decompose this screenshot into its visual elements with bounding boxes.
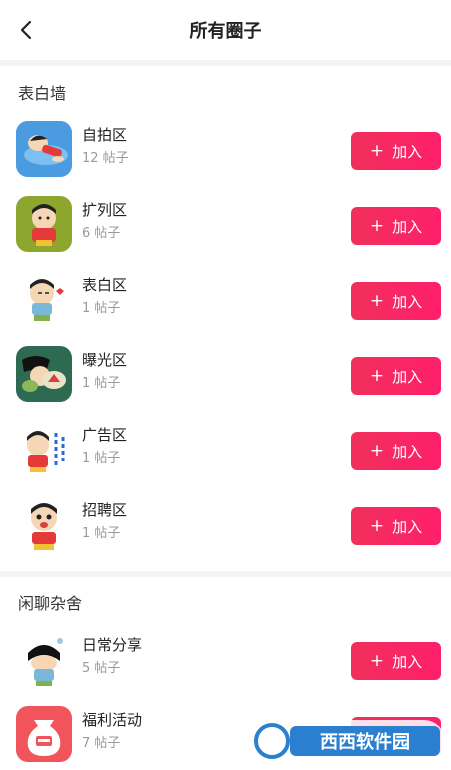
post-count: 1 帖子 (82, 376, 121, 391)
circle-name: 自拍区 (82, 126, 128, 144)
plus-icon: + (369, 216, 385, 236)
section-title: 闲聊杂舍 (18, 594, 83, 613)
section-divider (0, 60, 451, 66)
section-divider (0, 571, 451, 577)
circle-avatar (16, 196, 72, 252)
circle-item-selfie[interactable]: 自拍区 12 帖子 + 加入 (0, 114, 451, 186)
post-count: 12 帖子 (82, 151, 129, 166)
circle-item-daily-share[interactable]: 日常分享 5 帖子 + 加入 (0, 624, 451, 696)
plus-icon: + (369, 516, 385, 536)
post-count: 1 帖子 (82, 526, 121, 541)
circle-item-exposure[interactable]: 曝光区 1 帖子 + 加入 (0, 339, 451, 411)
circle-item-make-friends[interactable]: 扩列区 6 帖子 + 加入 (0, 189, 451, 261)
join-button[interactable]: +加入 (351, 282, 441, 320)
join-button[interactable]: +加入 (351, 642, 441, 680)
top-bar: 所有圈子 (0, 0, 451, 60)
post-count: 1 帖子 (82, 451, 121, 466)
post-count: 1 帖子 (82, 301, 121, 316)
post-count: 6 帖子 (82, 226, 121, 241)
plus-icon: + (369, 366, 385, 386)
circle-item-ads[interactable]: 广告区 1 帖子 + 加入 (0, 414, 451, 486)
svg-text:西西软件园: 西西软件园 (320, 731, 410, 753)
post-count: 5 帖子 (82, 661, 121, 676)
circle-name: 日常分享 (82, 636, 143, 654)
circle-avatar (16, 121, 72, 177)
circle-avatar (16, 421, 72, 477)
post-count: 7 帖子 (82, 736, 121, 751)
join-button[interactable]: +加入 (351, 357, 441, 395)
circle-avatar (16, 631, 72, 687)
circle-avatar (16, 346, 72, 402)
watermark-logo: 西西软件园 (250, 718, 445, 764)
circle-name: 扩列区 (82, 201, 128, 219)
circle-name: 广告区 (82, 426, 128, 444)
circle-avatar (16, 271, 72, 327)
circle-item-hiring[interactable]: 招聘区 1 帖子 + 加入 (0, 489, 451, 561)
join-button[interactable]: +加入 (351, 432, 441, 470)
circle-avatar (16, 496, 72, 552)
circle-name: 表白区 (82, 276, 128, 294)
join-button[interactable]: +加入 (351, 132, 441, 170)
join-button[interactable]: +加入 (351, 507, 441, 545)
plus-icon: + (369, 651, 385, 671)
plus-icon: + (369, 441, 385, 461)
page-title: 所有圈子 (189, 21, 262, 42)
join-button[interactable]: +加入 (351, 207, 441, 245)
circle-avatar (16, 706, 72, 762)
plus-icon: + (369, 291, 385, 311)
plus-icon: + (369, 141, 385, 161)
circle-item-confession[interactable]: 表白区 1 帖子 + 加入 (0, 264, 451, 336)
section-title: 表白墙 (18, 84, 67, 103)
circle-name: 曝光区 (82, 351, 128, 369)
circle-name: 招聘区 (82, 501, 128, 519)
circle-name: 福利活动 (82, 711, 143, 729)
